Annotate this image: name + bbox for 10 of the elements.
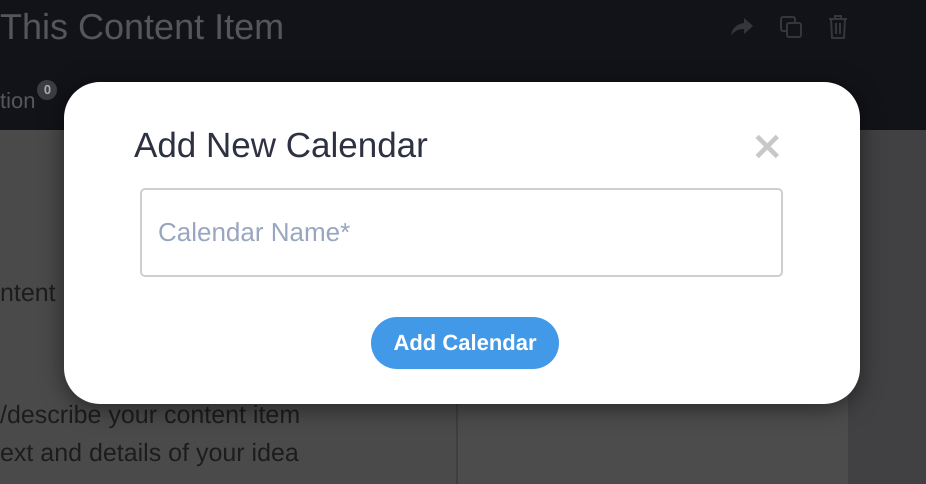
trash-icon[interactable]	[828, 15, 848, 39]
copy-icon[interactable]	[780, 16, 802, 38]
calendar-name-field[interactable]: Calendar Name*	[140, 188, 783, 277]
share-icon[interactable]	[730, 17, 754, 37]
tab[interactable]: tion	[0, 80, 38, 115]
dialog-title: Add New Calendar	[134, 126, 428, 166]
close-button[interactable]: ×	[750, 126, 784, 166]
count-badge: 0	[37, 80, 58, 100]
page-title: This Content Item	[0, 6, 286, 48]
add-calendar-button[interactable]: Add Calendar	[371, 317, 559, 369]
